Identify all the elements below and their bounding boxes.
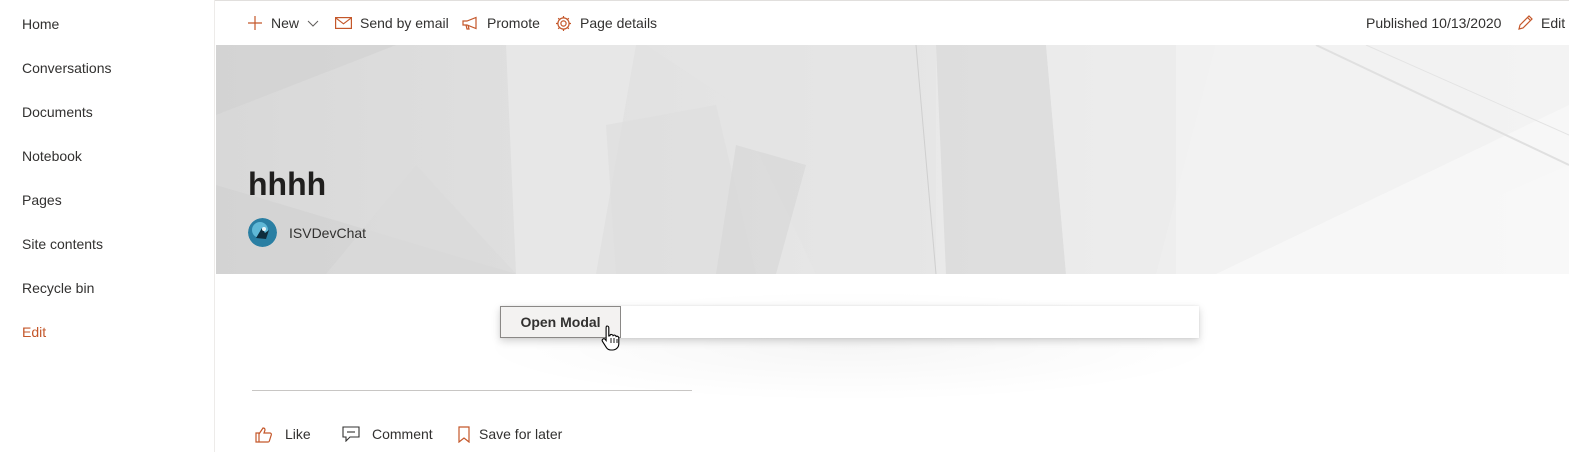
page-header-banner: hhhh ISVDevChat — [216, 45, 1569, 274]
author-byline[interactable]: ISVDevChat — [248, 218, 366, 247]
page-title: hhhh — [248, 166, 327, 202]
nav-item-notebook[interactable]: Notebook — [22, 148, 82, 164]
megaphone-icon — [462, 16, 477, 30]
plus-icon — [248, 16, 262, 30]
comment-button[interactable]: Comment — [342, 418, 433, 450]
promote-button[interactable]: Promote — [462, 1, 540, 45]
edit-label: Edit — [1541, 15, 1566, 31]
nav-item-documents[interactable]: Documents — [22, 104, 93, 120]
author-name[interactable]: ISVDevChat — [289, 225, 366, 241]
like-button[interactable]: Like — [255, 418, 311, 450]
nav-item-site-contents[interactable]: Site contents — [22, 236, 103, 252]
published-status: Published 10/13/2020 — [1366, 1, 1501, 45]
content-divider — [252, 390, 692, 391]
send-by-email-button[interactable]: Send by email — [335, 1, 449, 45]
banner-background-image — [216, 45, 1569, 274]
comment-icon — [342, 426, 360, 442]
new-button[interactable]: New — [247, 1, 319, 45]
nav-item-home[interactable]: Home — [22, 16, 59, 32]
bookmark-icon — [458, 425, 470, 443]
page-details-label: Page details — [580, 15, 658, 31]
thumbs-up-icon — [255, 426, 272, 443]
nav-item-pages[interactable]: Pages — [22, 192, 62, 208]
promote-label: Promote — [487, 15, 540, 31]
nav-edit-link[interactable]: Edit — [22, 324, 46, 340]
hand-cursor-icon — [601, 325, 620, 351]
mail-icon — [335, 17, 352, 30]
save-for-later-button[interactable]: Save for later — [458, 418, 562, 450]
nav-item-conversations[interactable]: Conversations — [22, 60, 112, 76]
avatar[interactable] — [248, 218, 277, 247]
left-navigation: Home Conversations Documents Notebook Pa… — [0, 0, 215, 452]
author-avatar-image — [248, 218, 277, 247]
edit-button[interactable]: Edit — [1517, 1, 1565, 45]
nav-item-recycle-bin[interactable]: Recycle bin — [22, 280, 94, 296]
comment-label: Comment — [372, 426, 433, 442]
chevron-down-icon[interactable] — [307, 17, 319, 29]
command-bar: New Send by email Promote Page details P… — [215, 1, 1569, 45]
pencil-icon — [1518, 15, 1533, 30]
gear-icon — [556, 15, 571, 31]
new-label: New — [271, 15, 300, 31]
send-by-email-label: Send by email — [360, 15, 449, 31]
save-for-later-label: Save for later — [479, 426, 563, 442]
like-label: Like — [285, 426, 311, 442]
page-details-button[interactable]: Page details — [555, 1, 657, 45]
published-date: Published 10/13/2020 — [1366, 15, 1502, 31]
